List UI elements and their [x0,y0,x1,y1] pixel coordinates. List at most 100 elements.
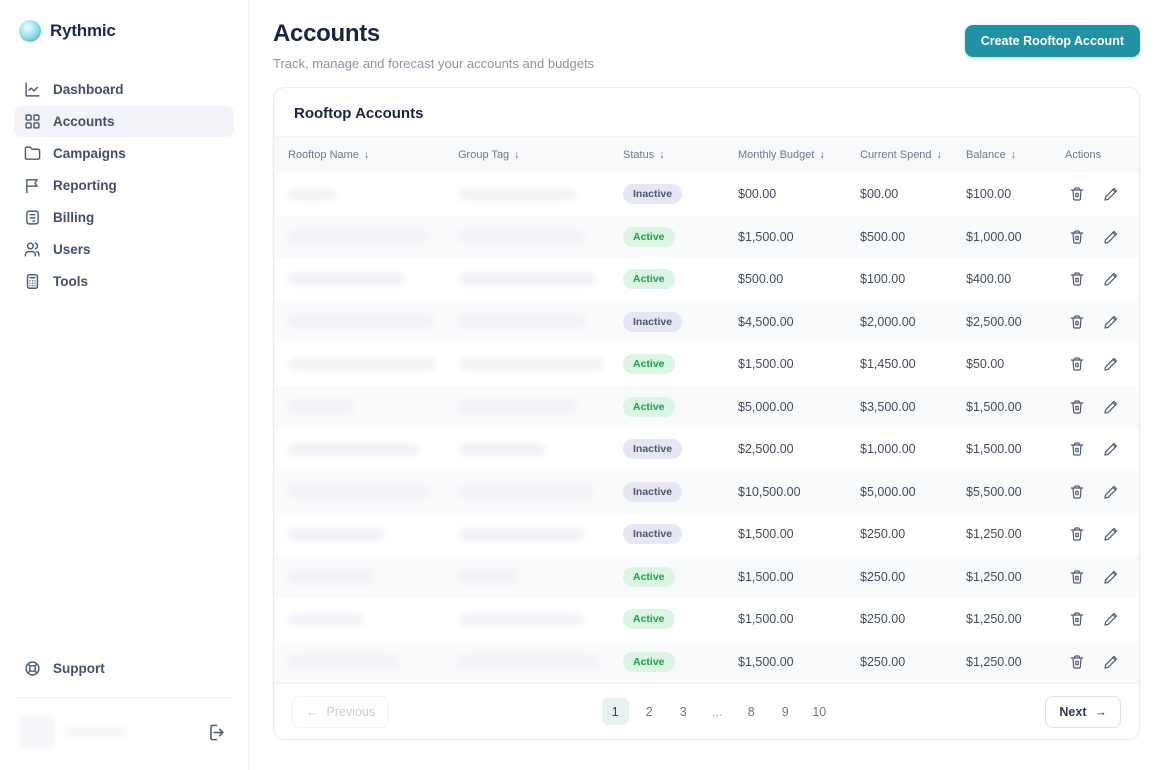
next-button[interactable]: Next → [1045,695,1121,728]
page-1-button-active[interactable]: 1 [601,698,629,725]
delete-button[interactable] [1069,526,1085,542]
sidebar-item-billing[interactable]: Billing [14,202,234,233]
sidebar-item-accounts[interactable]: Accounts [14,106,234,137]
rooftop-name-redacted [288,315,434,329]
status-cell: Active [623,269,738,290]
pagination: ← Previous 1 2 3 ... 8 9 10 Next → [274,683,1139,739]
pencil-icon [1103,654,1119,670]
group-tag-cell [458,272,623,286]
group-tag-redacted [458,357,604,371]
delete-button[interactable] [1069,186,1085,202]
column-header-balance[interactable]: Balance ↓ [966,149,1065,161]
trash-icon [1069,356,1085,372]
edit-button[interactable] [1103,441,1119,457]
rooftop-name-cell [288,187,458,201]
delete-button[interactable] [1069,271,1085,287]
card-title: Rooftop Accounts [294,105,424,122]
edit-button[interactable] [1103,526,1119,542]
sidebar-item-tools[interactable]: Tools [14,266,234,297]
trash-icon [1069,441,1085,457]
sidebar-nav: Dashboard Accounts Campaigns Reporting B… [14,74,234,297]
column-header-status[interactable]: Status ↓ [623,149,738,161]
column-header-actions: Actions [1065,149,1125,161]
sort-down-icon: ↓ [1010,149,1017,161]
sidebar-item-label: Accounts [53,114,115,129]
logout-button[interactable] [205,721,228,744]
sidebar-item-reporting[interactable]: Reporting [14,170,234,201]
trash-icon [1069,484,1085,500]
brand-logo-icon [19,20,41,42]
sort-down-icon: ↓ [936,149,942,161]
lifebuoy-icon [24,660,41,677]
page-10-button[interactable]: 10 [806,698,833,725]
sidebar: Rythmic Dashboard Accounts Campaigns Rep… [0,0,249,770]
column-header-rooftop-name[interactable]: Rooftop Name ↓ [288,149,458,161]
monthly-budget-cell: $1,500.00 [738,569,794,584]
actions-cell [1065,356,1125,372]
edit-button[interactable] [1103,356,1119,372]
edit-button[interactable] [1103,654,1119,670]
sidebar-item-label: Reporting [53,178,117,193]
edit-button[interactable] [1103,484,1119,500]
edit-button[interactable] [1103,611,1119,627]
sort-down-icon: ↓ [819,149,825,161]
arrow-right-icon: → [1094,704,1108,719]
edit-button[interactable] [1103,569,1119,585]
status-cell: Active [623,651,738,672]
page-2-button[interactable]: 2 [636,698,663,725]
current-spend-cell: $500.00 [860,229,906,244]
column-header-group-tag[interactable]: Group Tag ↓ [458,149,623,161]
actions-cell [1065,569,1125,585]
monthly-budget-cell: $500.00 [738,272,784,287]
rooftop-name-cell [288,230,458,244]
rooftop-name-redacted [288,400,354,414]
rooftop-name-cell [288,570,458,584]
status-badge: Active [623,269,675,290]
column-header-monthly-budget[interactable]: Monthly Budget ↓ [738,149,860,161]
page-9-button[interactable]: 9 [772,698,799,725]
delete-button[interactable] [1069,569,1085,585]
delete-button[interactable] [1069,229,1085,245]
edit-button[interactable] [1103,314,1119,330]
delete-button[interactable] [1069,399,1085,415]
sidebar-item-dashboard[interactable]: Dashboard [14,74,234,105]
status-badge: Inactive [623,184,683,205]
sidebar-item-users[interactable]: Users [14,234,234,265]
actions-cell [1065,229,1125,245]
delete-button[interactable] [1069,611,1085,627]
previous-button[interactable]: ← Previous [292,695,390,728]
column-label: Monthly Budget [738,149,815,161]
monthly-budget-cell: $1,500.00 [738,357,794,372]
edit-button[interactable] [1103,186,1119,202]
column-header-current-spend[interactable]: Current Spend ↓ [860,149,966,161]
delete-button[interactable] [1069,356,1085,372]
rooftop-name-cell [288,400,458,414]
delete-button[interactable] [1069,654,1085,670]
delete-button[interactable] [1069,314,1085,330]
rooftop-name-redacted [288,570,372,584]
group-tag-cell [458,442,623,456]
delete-button[interactable] [1069,484,1085,500]
column-label: Rooftop Name [288,149,359,161]
page-3-button[interactable]: 3 [670,698,697,725]
group-tag-redacted [458,230,584,244]
table-row: Inactive $4,500.00 $2,000.00 $2,500.00 [274,300,1139,343]
monthly-budget-cell: $1,500.00 [738,229,794,244]
calculator-icon [24,273,41,290]
edit-button[interactable] [1103,399,1119,415]
edit-button[interactable] [1103,229,1119,245]
status-badge: Inactive [623,439,683,460]
actions-cell [1065,654,1125,670]
sidebar-item-campaigns[interactable]: Campaigns [14,138,234,169]
column-label: Status [623,149,655,161]
edit-button[interactable] [1103,271,1119,287]
group-tag-redacted [458,655,598,669]
delete-button[interactable] [1069,441,1085,457]
current-spend-cell: $250.00 [860,569,906,584]
pencil-icon [1103,484,1119,500]
sidebar-item-support[interactable]: Support [14,653,234,684]
page-8-button[interactable]: 8 [738,698,765,725]
page-header: Accounts Track, manage and forecast your… [273,20,1140,71]
create-rooftop-account-button[interactable]: Create Rooftop Account [964,25,1140,57]
sidebar-bottom: Support [14,653,234,754]
